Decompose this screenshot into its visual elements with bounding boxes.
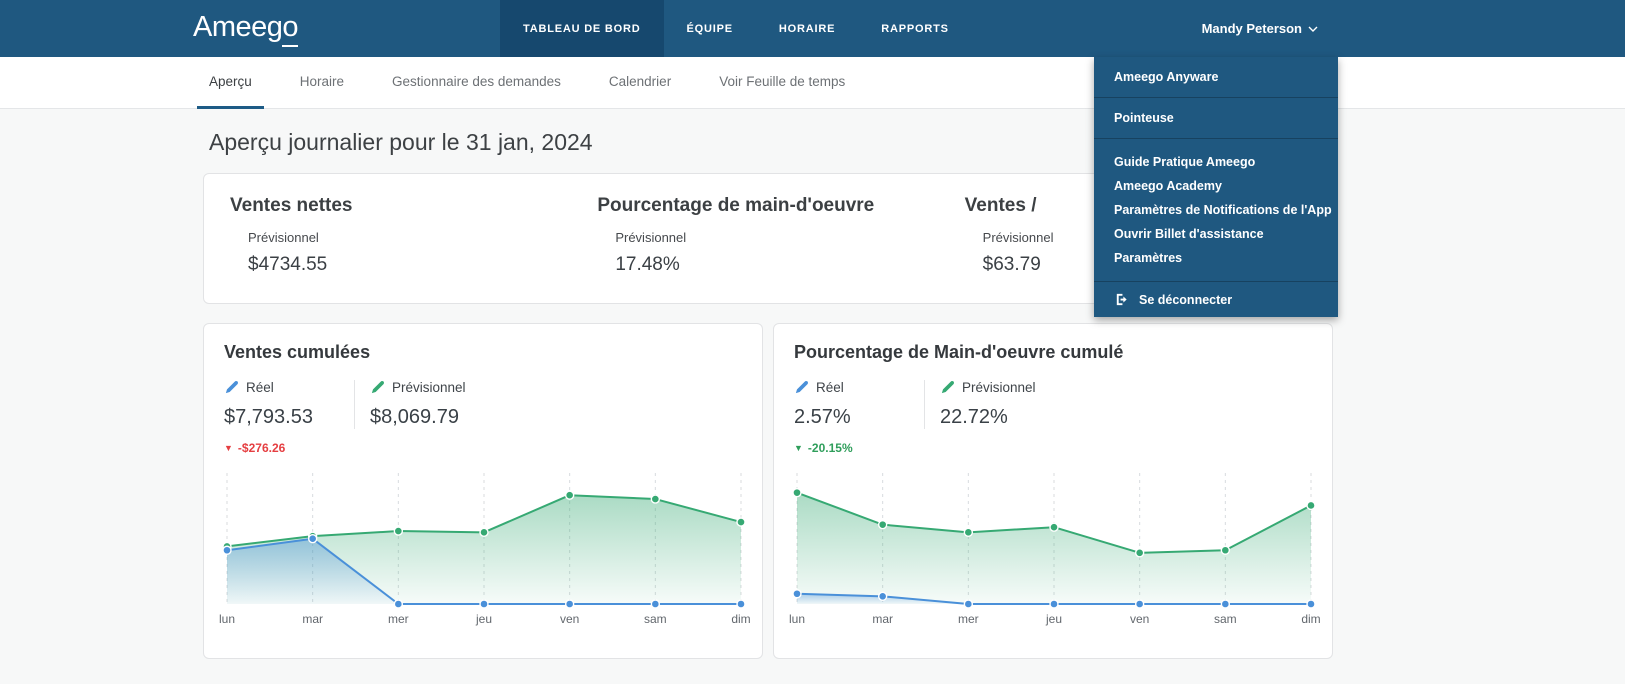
delta-value: -20.15% [807,441,853,455]
menu-item-ameego-academy[interactable]: Ameego Academy [1094,174,1338,198]
ameego-logo[interactable]: Ameego [193,11,299,47]
legend-value: $7,793.53 [224,406,313,428]
delta-badge: ▼ -20.15% [794,441,1312,455]
secondary-nav: Aperçu Horaire Gestionnaire des demandes… [0,57,1625,109]
subnav-item-gestionnaire-des-demandes[interactable]: Gestionnaire des demandes [380,57,573,109]
legend-reel: Réel $7,793.53 [224,380,354,429]
legend-label: Réel [246,380,274,395]
svg-text:mer: mer [388,612,409,626]
pencil-icon [795,381,808,394]
menu-item-se-deconnecter[interactable]: Se déconnecter [1094,282,1338,317]
chart-title: Ventes cumulées [224,342,371,362]
chart-legend: Réel $7,793.53 Prévisionnel $8,069.79 [224,380,742,429]
triangle-down-icon: ▼ [224,443,233,453]
svg-text:ven: ven [560,612,579,626]
legend-label: Réel [816,380,844,395]
metric-label: Prévisionnel [248,230,319,245]
subnav-item-voir-feuille-de-temps[interactable]: Voir Feuille de temps [707,57,857,109]
menu-item-guide-pratique[interactable]: Guide Pratique Ameego [1094,150,1338,174]
legend-label: Prévisionnel [392,380,466,395]
nav-tab-horaire[interactable]: HORAIRE [756,0,858,57]
legend-previsionnel: Prévisionnel 22.72% [924,380,1054,429]
metric-ventes-nettes: Ventes nettes Prévisionnel $4734.55 [230,195,597,303]
menu-group-links: Guide Pratique Ameego Ameego Academy Par… [1094,139,1338,282]
legend-previsionnel: Prévisionnel $8,069.79 [354,380,484,429]
subnav-item-apercu[interactable]: Aperçu [197,57,264,109]
card-pourcentage-main-doeuvre-cumule: Pourcentage de Main-d'oeuvre cumulé Réel… [773,323,1333,659]
main-nav: TABLEAU DE BORD ÉQUIPE HORAIRE RAPPORTS [500,0,972,57]
logo-text: Ameeg [193,11,283,43]
svg-text:jeu: jeu [1045,612,1062,626]
area-chart-ventes-cumulees: lun mar mer jeu ven sam dim [219,473,751,626]
user-menu-button[interactable]: Mandy Peterson [1202,0,1318,57]
metric-value: $4734.55 [248,254,328,275]
delta-badge: ▼ -$276.26 [224,441,742,455]
menu-item-ouvrir-billet[interactable]: Ouvrir Billet d'assistance [1094,222,1338,246]
svg-text:sam: sam [644,612,667,626]
legend-value: 22.72% [940,406,1008,428]
nav-tab-equipe[interactable]: ÉQUIPE [664,0,756,57]
subnav-item-horaire[interactable]: Horaire [288,57,356,109]
metric-label: Prévisionnel [615,230,687,245]
user-name: Mandy Peterson [1201,21,1302,36]
pencil-icon [941,381,954,394]
delta-value: -$276.26 [237,441,286,455]
page-title: Aperçu journalier pour le 31 jan, 2024 [209,129,593,155]
menu-item-ameego-anyware[interactable]: Ameego Anyware [1094,57,1338,98]
nav-tab-tableau-de-bord[interactable]: TABLEAU DE BORD [500,0,664,57]
pencil-icon [225,381,238,394]
metric-heading: Ventes nettes [230,195,353,216]
svg-text:mer: mer [958,612,979,626]
menu-item-pointeuse[interactable]: Pointeuse [1094,98,1338,139]
metric-pourcentage-main-doeuvre: Pourcentage de main-d'oeuvre Prévisionne… [597,195,964,303]
menu-item-parametres[interactable]: Paramètres [1094,246,1338,270]
svg-text:lun: lun [789,612,805,626]
pencil-icon [371,381,384,394]
subnav-item-calendrier[interactable]: Calendrier [597,57,683,109]
svg-text:lun: lun [219,612,235,626]
card-ventes-cumulees: Ventes cumulées Réel $7,793.53 Prévision… [203,323,763,659]
legend-label: Prévisionnel [962,380,1036,395]
logo-text-underlined: o [282,11,299,47]
svg-text:jeu: jeu [475,612,492,626]
svg-text:dim: dim [1301,612,1320,626]
triangle-down-icon: ▼ [794,443,803,453]
chart-title: Pourcentage de Main-d'oeuvre cumulé [794,342,1124,362]
metric-heading: Pourcentage de main-d'oeuvre [597,195,875,216]
logout-icon [1116,293,1127,306]
nav-tab-rapports[interactable]: RAPPORTS [858,0,972,57]
metric-value: 17.48% [615,254,680,275]
top-navbar: Ameego TABLEAU DE BORD ÉQUIPE HORAIRE RA… [0,0,1625,57]
charts-row: Ventes cumulées Réel $7,793.53 Prévision… [203,323,1625,659]
chart-legend: Réel 2.57% Prévisionnel 22.72% [794,380,1312,429]
area-chart-pourcentage-main-doeuvre: lun mar mer jeu ven sam dim [789,473,1321,626]
svg-text:dim: dim [731,612,750,626]
svg-text:mar: mar [872,612,893,626]
svg-text:mar: mar [302,612,323,626]
svg-text:sam: sam [1214,612,1237,626]
legend-value: 2.57% [794,406,851,428]
chevron-down-icon [1308,26,1318,32]
logout-label: Se déconnecter [1139,292,1233,307]
menu-item-notifications-settings[interactable]: Paramètres de Notifications de l'App [1094,198,1338,222]
legend-value: $8,069.79 [370,406,459,428]
legend-reel: Réel 2.57% [794,380,924,429]
svg-text:ven: ven [1130,612,1149,626]
user-dropdown-menu: Ameego Anyware Pointeuse Guide Pratique … [1094,57,1338,317]
main-content: Aperçu journalier pour le 31 jan, 2024 V… [0,109,1625,659]
